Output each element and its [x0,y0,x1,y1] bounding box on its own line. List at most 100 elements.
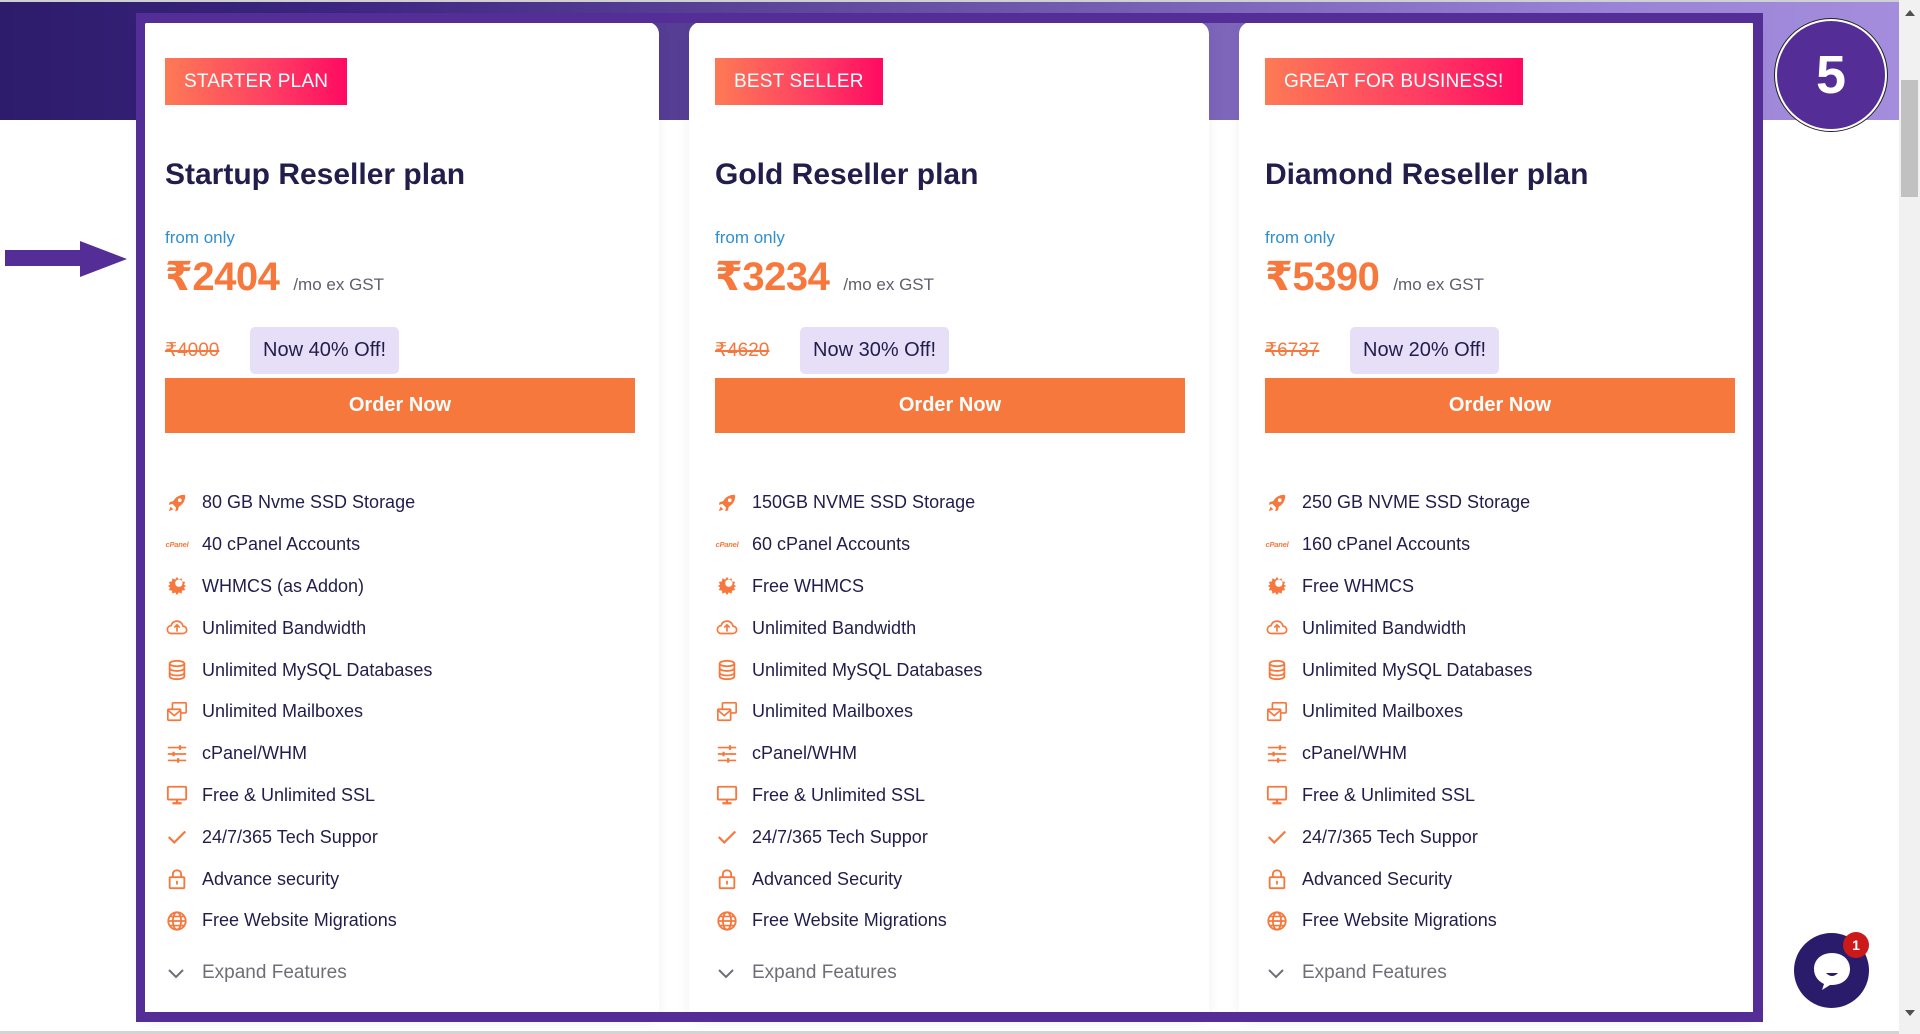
price-period: /mo ex GST [293,275,385,294]
discount-badge: Now 20% Off! [1350,327,1500,374]
feature-text: Unlimited MySQL Databases [752,659,983,680]
feature-item: Free & Unlimited SSL [165,775,432,817]
feature-item: Unlimited Mailboxes [1265,691,1532,733]
feature-text: 160 cPanel Accounts [1302,534,1471,555]
monitor-icon [1265,783,1289,807]
sliders-icon [165,742,189,766]
cpanel-icon: cPanel [165,533,189,557]
feature-item: cPanel/WHM [715,733,982,775]
feature-item: Unlimited MySQL Databases [715,649,982,691]
expand-features-toggle[interactable]: Expand Features [715,962,897,984]
cloud-upload-icon [715,616,739,640]
feature-item: Unlimited Bandwidth [715,607,982,649]
feature-text: Unlimited Mailboxes [752,701,914,722]
plan-badge: GREAT FOR BUSINESS! [1265,58,1523,105]
feature-item: Unlimited Mailboxes [715,691,982,733]
check-icon [165,825,189,849]
discount-row: ₹6737 Now 20% Off! [1265,327,1500,374]
globe-icon [1265,909,1289,933]
feature-text: 24/7/365 Tech Suppor [1302,826,1478,847]
plan-badge: STARTER PLAN [165,58,348,105]
mailbox-icon [715,700,739,724]
triangle-up-icon [1904,10,1915,16]
monitor-icon [165,783,189,807]
check-icon [1265,825,1289,849]
gear-icon [1265,574,1289,598]
plan-price: ₹3234 [715,255,830,299]
feature-text: 60 cPanel Accounts [752,534,911,555]
plan-card-2: BEST SELLER Gold Reseller plan from only… [689,22,1209,1022]
expand-features-label: Expand Features [752,962,897,983]
feature-text: Free WHMCS [752,575,864,596]
feature-item: 250 GB NVME SSD Storage [1265,482,1532,524]
feature-text: Free Website Migrations [752,910,947,931]
cpanel-logo-text: cPanel [1265,540,1289,550]
plan-badge-text: BEST SELLER [734,70,864,92]
order-now-button[interactable]: Order Now [1265,378,1735,433]
feature-item: cPanel 160 cPanel Accounts [1265,524,1532,566]
rocket-icon [715,491,739,515]
feature-text: Unlimited Bandwidth [202,617,367,638]
plan-badge-text: STARTER PLAN [184,70,329,92]
unread-count: 1 [1852,937,1860,953]
monitor-icon [715,783,739,807]
feature-item: Unlimited Mailboxes [165,691,432,733]
feature-text: Unlimited MySQL Databases [202,659,433,680]
discount-row: ₹4000 Now 40% Off! [165,327,400,374]
feature-text: 150GB NVME SSD Storage [752,492,976,513]
triangle-down-icon [1904,1010,1915,1016]
feature-item: Free Website Migrations [715,900,982,942]
discount-badge: Now 40% Off! [250,327,400,374]
original-price: ₹4000 [165,340,220,361]
feature-text: Advanced Security [1302,868,1453,889]
cpanel-icon: cPanel [715,533,739,557]
feature-item: Free WHMCS [715,566,982,608]
feature-text: 24/7/365 Tech Suppor [202,826,378,847]
discount-row: ₹4620 Now 30% Off! [715,327,950,374]
expand-features-toggle[interactable]: Expand Features [1265,962,1447,984]
scrollbar-thumb[interactable] [1901,80,1918,197]
feature-text: Unlimited Mailboxes [202,701,364,722]
feature-item: Free & Unlimited SSL [1265,775,1532,817]
chevron-down-icon [168,969,184,979]
plan-card-1: STARTER PLAN Startup Reseller plan from … [139,22,659,1022]
cloud-upload-icon [1265,616,1289,640]
feature-text: Free & Unlimited SSL [752,784,926,805]
feature-item: Unlimited Bandwidth [165,607,432,649]
globe-icon [165,909,189,933]
mailbox-icon [165,700,189,724]
feature-text: Unlimited Mailboxes [1302,701,1464,722]
step-number-text: 5 [1815,45,1847,105]
feature-item: cPanel 60 cPanel Accounts [715,524,982,566]
cpanel-logo-text: cPanel [165,540,189,550]
feature-item: Unlimited MySQL Databases [1265,649,1532,691]
globe-icon [715,909,739,933]
price-row: ₹5390 /mo ex GST [1265,254,1484,300]
sliders-icon [715,742,739,766]
feature-text: cPanel/WHM [1302,743,1408,764]
scroll-up-button[interactable] [1899,4,1920,22]
order-now-button[interactable]: Order Now [165,378,635,433]
vertical-scrollbar[interactable] [1899,0,1920,1034]
expand-features-toggle[interactable]: Expand Features [165,962,347,984]
feature-text: 250 GB NVME SSD Storage [1302,492,1531,513]
feature-text: Free Website Migrations [202,910,397,931]
feature-item: Free Website Migrations [1265,900,1532,942]
price-row: ₹3234 /mo ex GST [715,254,934,300]
scroll-down-button[interactable] [1899,1004,1920,1022]
plan-badge: BEST SELLER [715,58,883,105]
annotation-step-number: 5 [1775,19,1887,131]
order-now-button[interactable]: Order Now [715,378,1185,433]
feature-text: Unlimited Bandwidth [1302,617,1467,638]
plan-card-3: GREAT FOR BUSINESS! Diamond Reseller pla… [1239,22,1759,1022]
feature-text: Unlimited MySQL Databases [1302,659,1533,680]
feature-item: 80 GB Nvme SSD Storage [165,482,432,524]
feature-text: 80 GB Nvme SSD Storage [202,492,416,513]
lock-icon [165,867,189,891]
price-row: ₹2404 /mo ex GST [165,254,384,300]
gear-icon [715,574,739,598]
plan-title: Startup Reseller plan [165,158,466,191]
plan-title: Diamond Reseller plan [1265,158,1589,191]
annotation-arrow-icon [5,241,127,277]
mailbox-icon [1265,700,1289,724]
